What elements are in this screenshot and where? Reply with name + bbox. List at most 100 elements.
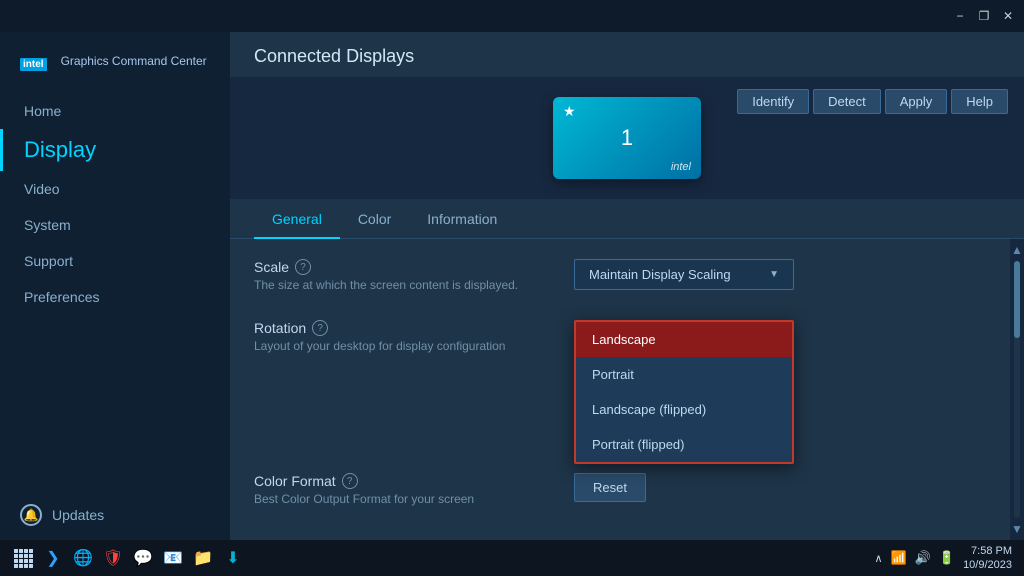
detect-button[interactable]: Detect [813,89,881,114]
sidebar-item-system[interactable]: System [0,207,230,243]
rotation-option-landscape-flipped[interactable]: Landscape (flipped) [576,392,792,427]
taskbar-chrome-icon[interactable]: 🌐 [72,547,94,569]
preferences-label: Preferences [24,289,99,305]
scroll-thumb[interactable] [1014,261,1020,338]
rotation-option-landscape[interactable]: Landscape [576,322,792,357]
scale-dropdown-value: Maintain Display Scaling [589,267,731,282]
grid-cell [14,549,18,553]
monitor-star-icon: ★ [563,103,576,120]
grid-cell [19,554,23,558]
taskbar-date-value: 10/9/2023 [963,558,1012,572]
grid-cell [14,554,18,558]
color-format-label-col: Color Format ? Best Color Output Format … [254,473,574,506]
grid-cell [19,564,23,568]
rotation-title: Rotation ? [254,320,574,336]
reset-button[interactable]: Reset [574,473,646,502]
app-name-label: Graphics Command Center [61,54,207,68]
settings-inner: Scale ? The size at which the screen con… [230,239,1024,540]
intel-logo-text: intel [20,50,51,73]
grid-cell [29,549,33,553]
video-label: Video [24,181,60,197]
sidebar-nav: Home Display Video System Support Prefer… [0,83,230,325]
taskbar: ❯ 🌐 🛡 💬 📧 📁 ⬇ ∧ 📶 🔊 🔋 7:58 PM 10/9/2023 [0,540,1024,576]
title-bar-controls: − ❐ ✕ [952,8,1016,24]
scale-label-col: Scale ? The size at which the screen con… [254,259,574,292]
scroll-up-icon[interactable]: ▲ [1011,243,1023,257]
taskbar-chevron-icon[interactable]: ∧ [874,552,882,565]
taskbar-vscode-icon[interactable]: ❯ [42,547,64,569]
tab-information[interactable]: Information [409,199,515,239]
app-body: intel Graphics Command Center Home Displ… [0,32,1024,540]
tabs-row: General Color Information [230,199,1024,239]
taskbar-right: ∧ 📶 🔊 🔋 7:58 PM 10/9/2023 [874,544,1012,573]
color-format-title-text: Color Format [254,473,336,489]
apply-button[interactable]: Apply [885,89,948,114]
sidebar-item-home[interactable]: Home [0,93,230,129]
display-actions: Identify Detect Apply Help [737,89,1008,114]
taskbar-files-icon[interactable]: 📁 [192,547,214,569]
scroll-down-icon[interactable]: ▼ [1011,522,1023,536]
display-preview-area: Identify Detect Apply Help ★ 1 intel [230,77,1024,199]
monitor-card[interactable]: ★ 1 intel [553,97,701,179]
intel-badge: intel [20,58,47,71]
volume-icon: 🔊 [915,550,931,566]
tab-information-label: Information [427,211,497,227]
scale-description: The size at which the screen content is … [254,278,574,292]
scale-help-icon[interactable]: ? [295,259,311,275]
start-button[interactable] [12,547,34,569]
grid-cell [29,564,33,568]
tab-general-label: General [272,211,322,227]
close-button[interactable]: ✕ [1000,8,1016,24]
rotation-title-text: Rotation [254,320,306,336]
title-bar: − ❐ ✕ [0,0,1024,32]
system-label: System [24,217,71,233]
taskbar-download-icon[interactable]: ⬇ [222,547,244,569]
sidebar: intel Graphics Command Center Home Displ… [0,32,230,540]
tab-color-label: Color [358,211,391,227]
rotation-option-portrait-flipped-label: Portrait (flipped) [592,437,684,452]
grid-cell [14,564,18,568]
grid-cell [19,549,23,553]
bell-icon: 🔔 [20,504,42,526]
sidebar-item-video[interactable]: Video [0,171,230,207]
rotation-setting-row: Rotation ? Layout of your desktop for di… [254,320,1000,353]
help-button[interactable]: Help [951,89,1008,114]
sidebar-item-preferences[interactable]: Preferences [0,279,230,315]
color-format-description: Best Color Output Format for your screen [254,492,574,506]
grid-cell [14,559,18,563]
sidebar-item-display[interactable]: Display [0,129,230,171]
rotation-label-col: Rotation ? Layout of your desktop for di… [254,320,574,353]
tab-general[interactable]: General [254,199,340,239]
taskbar-left: ❯ 🌐 🛡 💬 📧 📁 ⬇ [12,547,244,569]
identify-button[interactable]: Identify [737,89,809,114]
monitor-brand: intel [671,161,691,173]
taskbar-mail-icon[interactable]: 📧 [162,547,184,569]
windows-logo-icon [14,549,33,568]
tab-color[interactable]: Color [340,199,409,239]
color-format-help-icon[interactable]: ? [342,473,358,489]
taskbar-time-value: 7:58 PM [963,544,1012,558]
grid-cell [24,559,28,563]
sidebar-item-support[interactable]: Support [0,243,230,279]
restore-button[interactable]: ❐ [976,8,992,24]
wifi-icon: 📶 [891,550,907,566]
minimize-button[interactable]: − [952,8,968,24]
monitor-number: 1 [621,125,633,151]
rotation-option-portrait[interactable]: Portrait [576,357,792,392]
sidebar-updates[interactable]: 🔔 Updates [0,490,230,540]
taskbar-clock[interactable]: 7:58 PM 10/9/2023 [963,544,1012,573]
taskbar-chat-icon[interactable]: 💬 [132,547,154,569]
settings-content: Scale ? The size at which the screen con… [230,239,1024,540]
rotation-option-portrait-flipped[interactable]: Portrait (flipped) [576,427,792,462]
scale-dropdown-arrow-icon: ▼ [769,269,779,280]
home-label: Home [24,103,61,119]
grid-cell [24,554,28,558]
color-format-title: Color Format ? [254,473,574,489]
scale-dropdown[interactable]: Maintain Display Scaling ▼ [574,259,794,290]
rotation-option-portrait-label: Portrait [592,367,634,382]
grid-cell [19,559,23,563]
taskbar-shield-icon[interactable]: 🛡 [102,547,124,569]
grid-cell [29,559,33,563]
scale-title-text: Scale [254,259,289,275]
rotation-help-icon[interactable]: ? [312,320,328,336]
